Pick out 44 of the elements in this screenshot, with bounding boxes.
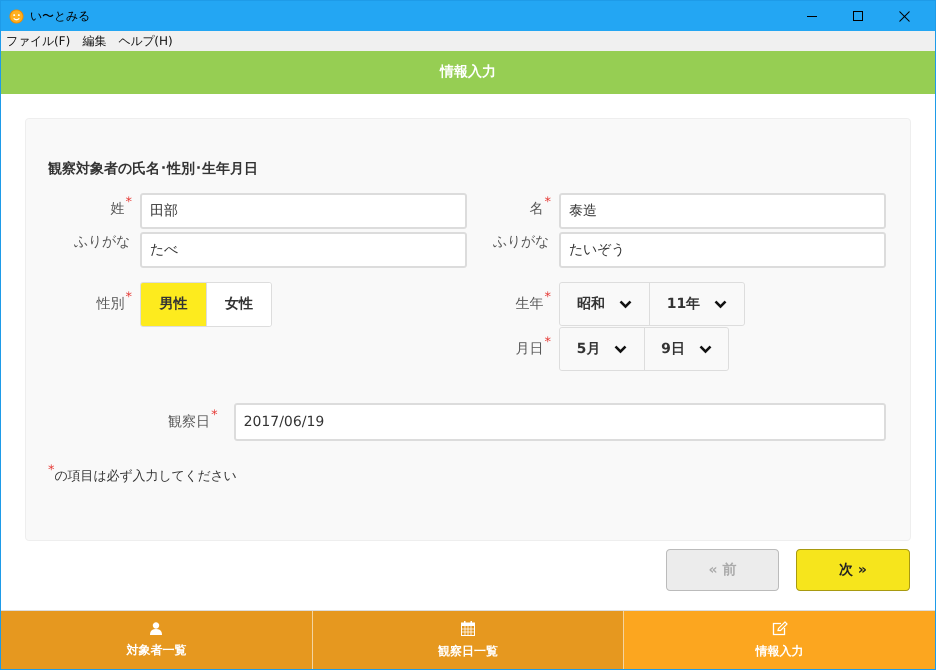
required-mark: * (211, 406, 218, 424)
text-field[interactable]: 2017/06/19 (234, 403, 886, 441)
person-icon (150, 622, 162, 634)
dropdown[interactable]: 5月 (560, 328, 644, 370)
calendar-icon (461, 620, 475, 636)
window-title: い〜とみる (30, 8, 90, 25)
note-text: の項目は必ず入力してください (54, 468, 236, 486)
chevron-down-icon (619, 300, 632, 308)
required-mark: * (544, 194, 551, 212)
close-icon (898, 10, 910, 22)
required-mark: * (544, 334, 551, 352)
text-field[interactable]: 泰造 (559, 193, 886, 229)
gender-toggle[interactable]: 男性 (141, 283, 206, 326)
text-field[interactable]: たべ (140, 232, 467, 268)
required-mark: * (48, 462, 54, 480)
field-label: 観察日 (168, 412, 210, 432)
required-mark: * (544, 289, 551, 307)
menu-item[interactable]: ファイル(F) (6, 32, 70, 50)
app-logo-icon (9, 8, 24, 24)
maximize-icon (853, 11, 863, 21)
field-label: ふりがな (74, 233, 130, 252)
edit-icon (772, 620, 788, 636)
menu-item[interactable]: ヘルプ(H) (118, 32, 173, 50)
chevron-down-icon (698, 344, 712, 354)
field-label: 生年 (516, 295, 544, 314)
field-label: 名 (530, 200, 544, 219)
field-label: 姓 (110, 200, 124, 219)
dropdown[interactable]: 11年 (649, 283, 744, 325)
field-label: 性別 (96, 295, 124, 314)
chevron-down-icon (614, 344, 628, 354)
required-mark: * (126, 289, 132, 307)
section-title: 観察対象者の氏名･性別･生年月日 (48, 160, 259, 179)
dropdown[interactable]: 9日 (644, 328, 728, 370)
text-field[interactable]: 田部 (140, 193, 467, 229)
dropdown[interactable]: 昭和 (560, 283, 649, 325)
text-field[interactable]: たいぞう (559, 232, 886, 268)
field-label: ふりがな (493, 233, 549, 252)
page-header-title: 情報入力 (440, 63, 496, 82)
required-mark: * (126, 194, 132, 212)
field-label: 月日 (516, 340, 544, 359)
chevron-down-icon (714, 300, 728, 308)
menu-item[interactable]: 編集 (82, 32, 106, 50)
next-button[interactable]: 次 » (796, 549, 910, 591)
gender-toggle[interactable]: 女性 (206, 283, 271, 326)
